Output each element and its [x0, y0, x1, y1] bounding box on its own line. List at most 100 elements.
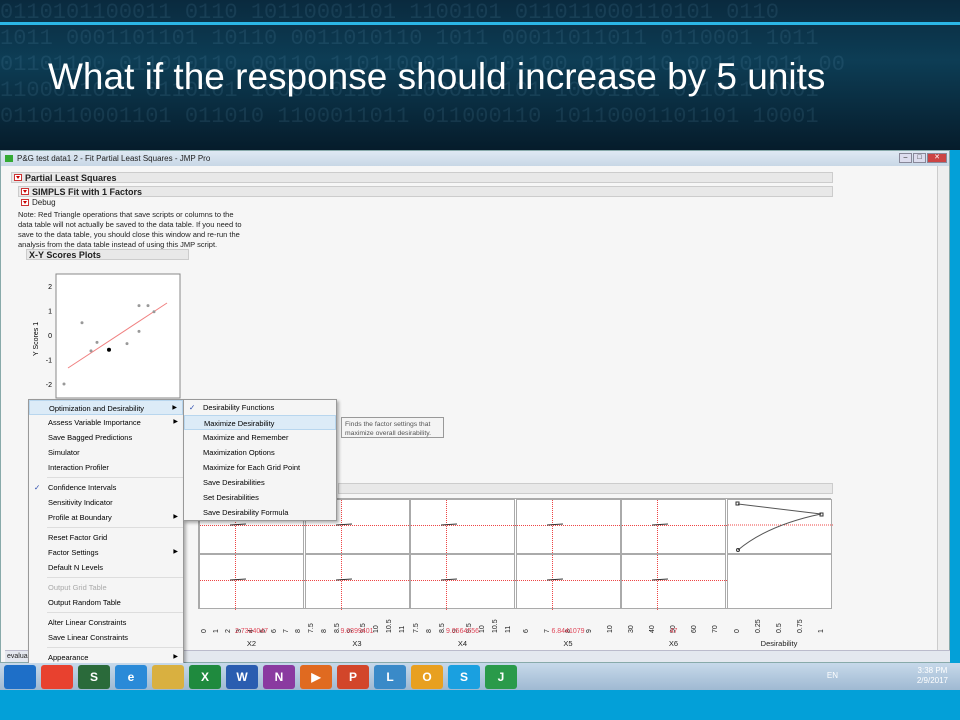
- taskbar-app-icon[interactable]: ▶: [300, 664, 332, 689]
- menu-item[interactable]: Save Desirability Formula: [184, 505, 336, 520]
- pls-outline-header[interactable]: Partial Least Squares: [11, 172, 833, 183]
- profiler-cell[interactable]: [621, 554, 727, 610]
- menu-item-label: Simulator: [48, 448, 80, 457]
- menu-item[interactable]: Factor Settings ▶: [29, 545, 183, 560]
- y-tick-label: 1: [48, 309, 52, 316]
- debug-item[interactable]: Debug: [21, 198, 56, 207]
- minimize-button[interactable]: –: [899, 153, 912, 163]
- taskbar-app-icon[interactable]: S: [448, 664, 480, 689]
- clock-time[interactable]: 3:38 PM: [917, 666, 948, 676]
- menu-separator: [47, 527, 183, 528]
- language-indicator[interactable]: EN: [827, 671, 838, 681]
- title-bar: P&G test data1 2 - Fit Partial Least Squ…: [1, 151, 949, 166]
- score-point: [146, 304, 150, 308]
- y-axis-label: Y Scores 1: [33, 322, 40, 356]
- profiler-cell[interactable]: [515, 499, 622, 555]
- menu-item[interactable]: Set Desirabilities: [184, 490, 336, 505]
- taskbar-app-icon[interactable]: W: [226, 664, 258, 689]
- red-triangle-icon[interactable]: [21, 188, 29, 195]
- red-triangle-icon[interactable]: [21, 199, 29, 206]
- taskbar-app-icon[interactable]: N: [263, 664, 295, 689]
- profiler-cell[interactable]: [515, 554, 622, 610]
- profiler-cell[interactable]: [410, 554, 516, 610]
- factor-current-value[interactable]: 6.8441079: [516, 628, 621, 635]
- vertical-scrollbar[interactable]: [937, 166, 949, 652]
- factor-current-value[interactable]: 9.0399401: [305, 628, 410, 635]
- score-point: [137, 329, 141, 333]
- factor-name: X3: [352, 639, 362, 648]
- taskbar-app-icon[interactable]: O: [411, 664, 443, 689]
- menu-item-label: Optimization and Desirability: [49, 404, 145, 413]
- window-title: P&G test data1 2 - Fit Partial Least Squ…: [17, 154, 211, 163]
- current-value-line: [340, 555, 342, 610]
- menu-item[interactable]: ✓ Desirability Functions: [184, 400, 336, 415]
- score-point: [137, 304, 141, 308]
- taskbar-app-icon[interactable]: [41, 664, 73, 689]
- response-level-line: [622, 525, 727, 526]
- profiler-header[interactable]: [338, 483, 833, 494]
- menu-item[interactable]: Assess Variable Importance ▶: [29, 415, 183, 430]
- menu-item[interactable]: ✓ Confidence Intervals: [29, 480, 183, 495]
- taskbar-app-icon[interactable]: [152, 664, 184, 689]
- slide-title: What if the response should increase by …: [48, 56, 826, 97]
- menu-separator: [47, 577, 183, 578]
- profiler-cell[interactable]: [621, 499, 727, 555]
- windows-taskbar: Se X W N ▶ P L O S J EN 3:38 PM 2/9/2017: [0, 663, 960, 690]
- menu-item[interactable]: Maximization Options: [184, 445, 336, 460]
- profiler-cell[interactable]: [304, 554, 411, 610]
- taskbar-app-icon[interactable]: J: [485, 664, 517, 689]
- menu-item[interactable]: Optimization and Desirability ▶: [29, 400, 183, 415]
- response-level-line: [411, 525, 516, 526]
- factor-name: X5: [563, 639, 573, 648]
- menu-item[interactable]: Maximize Desirability: [184, 415, 336, 430]
- menu-item[interactable]: Output Grid Table: [29, 580, 183, 595]
- current-value-line: [551, 555, 553, 610]
- close-button[interactable]: ✕: [927, 153, 947, 163]
- menu-item[interactable]: Sensitivity Indicator: [29, 495, 183, 510]
- score-point: [152, 310, 156, 314]
- profiler-cell[interactable]: [199, 554, 305, 610]
- factor-current-value[interactable]: 47: [621, 628, 726, 635]
- menu-item[interactable]: Reset Factor Grid: [29, 530, 183, 545]
- desirability-function-curve[interactable]: [727, 500, 833, 555]
- red-triangle-icon[interactable]: [14, 174, 22, 181]
- clock-date[interactable]: 2/9/2017: [917, 676, 948, 686]
- score-point: [80, 321, 84, 325]
- menu-item[interactable]: Alter Linear Constraints: [29, 615, 183, 630]
- taskbar-app-icon[interactable]: e: [115, 664, 147, 689]
- xy-scores-header[interactable]: X-Y Scores Plots: [26, 249, 189, 260]
- taskbar-app-icon[interactable]: X: [189, 664, 221, 689]
- menu-item-label: Set Desirabilities: [203, 493, 259, 502]
- taskbar-app-icon[interactable]: P: [337, 664, 369, 689]
- taskbar-app-icon[interactable]: L: [374, 664, 406, 689]
- response-level-line: [622, 580, 727, 581]
- factor-current-value[interactable]: 2.7324047: [199, 628, 304, 635]
- menu-item[interactable]: Save Desirabilities: [184, 475, 336, 490]
- menu-item-label: Desirability Functions: [203, 403, 275, 412]
- menu-item[interactable]: Save Linear Constraints: [29, 630, 183, 645]
- menu-item[interactable]: Save Bagged Predictions: [29, 430, 183, 445]
- tick-label: 0: [733, 629, 741, 633]
- y-tick-label: 0: [48, 333, 52, 340]
- menu-item[interactable]: Profile at Boundary ▶: [29, 510, 183, 525]
- current-value-line: [446, 500, 447, 555]
- profiler-cell[interactable]: [410, 499, 516, 555]
- menu-item[interactable]: Interaction Profiler: [29, 460, 183, 475]
- response-level-line: [200, 525, 305, 526]
- menu-item[interactable]: Maximize for Each Grid Point: [184, 460, 336, 475]
- simpls-title: SIMPLS Fit with 1 Factors: [32, 186, 143, 197]
- taskbar-app-icon[interactable]: S: [78, 664, 110, 689]
- menu-separator: [47, 477, 183, 478]
- factor-current-value[interactable]: 9.0564556: [410, 628, 515, 635]
- taskbar-app-icon[interactable]: [4, 664, 36, 689]
- profiler-cell[interactable]: [726, 554, 832, 609]
- menu-item[interactable]: Output Random Table: [29, 595, 183, 610]
- menu-item[interactable]: Simulator: [29, 445, 183, 460]
- simpls-outline-header[interactable]: SIMPLS Fit with 1 Factors: [18, 186, 833, 197]
- menu-item-label: Maximization Options: [203, 448, 275, 457]
- profiler-cell[interactable]: [726, 499, 833, 555]
- note-text: Note: Red Triangle operations that save …: [18, 210, 242, 249]
- maximize-button[interactable]: □: [913, 153, 926, 163]
- menu-item[interactable]: Maximize and Remember: [184, 430, 336, 445]
- menu-item[interactable]: Default N Levels: [29, 560, 183, 575]
